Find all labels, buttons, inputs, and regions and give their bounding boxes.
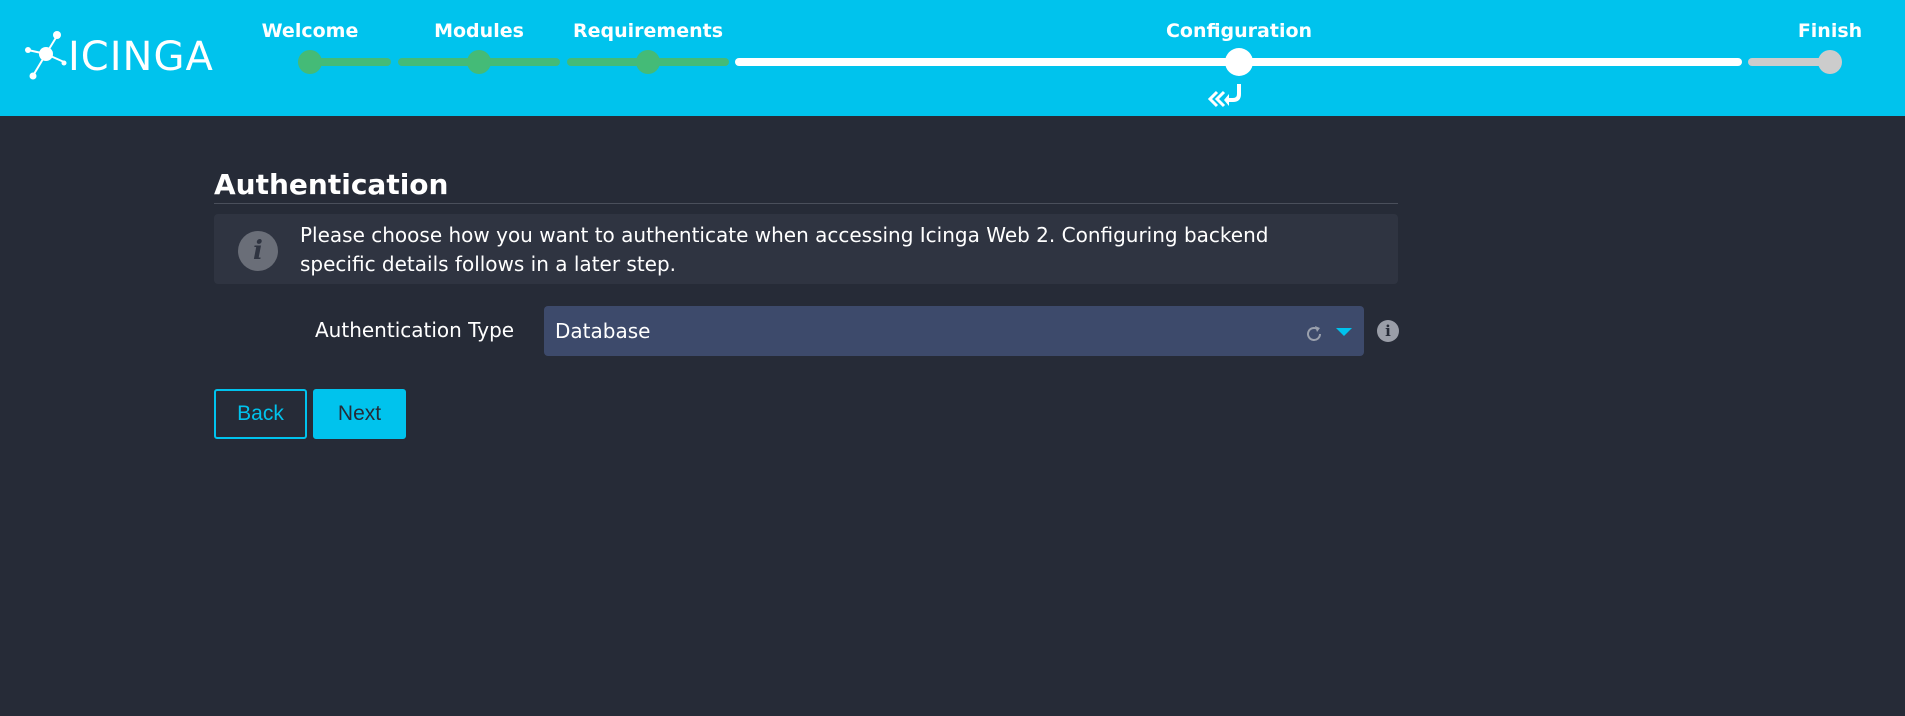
step-label-configuration: Configuration [1165, 20, 1313, 42]
next-button[interactable]: Next [313, 389, 406, 439]
logo-text: ICINGA [68, 34, 214, 80]
help-icon[interactable]: i [1377, 320, 1399, 342]
step-dot-welcome[interactable] [298, 50, 322, 74]
step-label-finish: Finish [1797, 20, 1863, 42]
step-label-modules: Modules [434, 20, 524, 42]
auth-type-row: Authentication Type Database i [214, 306, 1399, 356]
step-dot-configuration[interactable] [1225, 48, 1253, 76]
step-dot-modules[interactable] [467, 50, 491, 74]
refresh-icon [1307, 326, 1321, 341]
auth-type-label: Authentication Type [315, 318, 515, 342]
button-bar: Back Next [214, 389, 1398, 439]
header: ICINGA Welcome Modules Requirements Conf… [0, 0, 1905, 116]
auth-type-select[interactable]: Database [544, 306, 1364, 356]
return-icon[interactable] [1207, 80, 1247, 114]
page-title: Authentication [214, 168, 1398, 204]
info-icon: i [238, 231, 278, 271]
chevron-down-icon [1336, 328, 1352, 336]
logo[interactable]: ICINGA [24, 22, 213, 92]
info-box: i Please choose how you want to authenti… [214, 214, 1398, 284]
step-dot-finish [1818, 50, 1842, 74]
step-dot-requirements[interactable] [636, 50, 660, 74]
main-content: Authentication i Please choose how you w… [214, 168, 1399, 439]
step-label-requirements: Requirements [572, 20, 724, 42]
auth-type-value: Database [555, 319, 651, 343]
info-text: Please choose how you want to authentica… [300, 223, 1269, 276]
back-button[interactable]: Back [214, 389, 307, 439]
step-label-welcome: Welcome [261, 20, 359, 42]
icinga-logo-icon [25, 31, 67, 80]
